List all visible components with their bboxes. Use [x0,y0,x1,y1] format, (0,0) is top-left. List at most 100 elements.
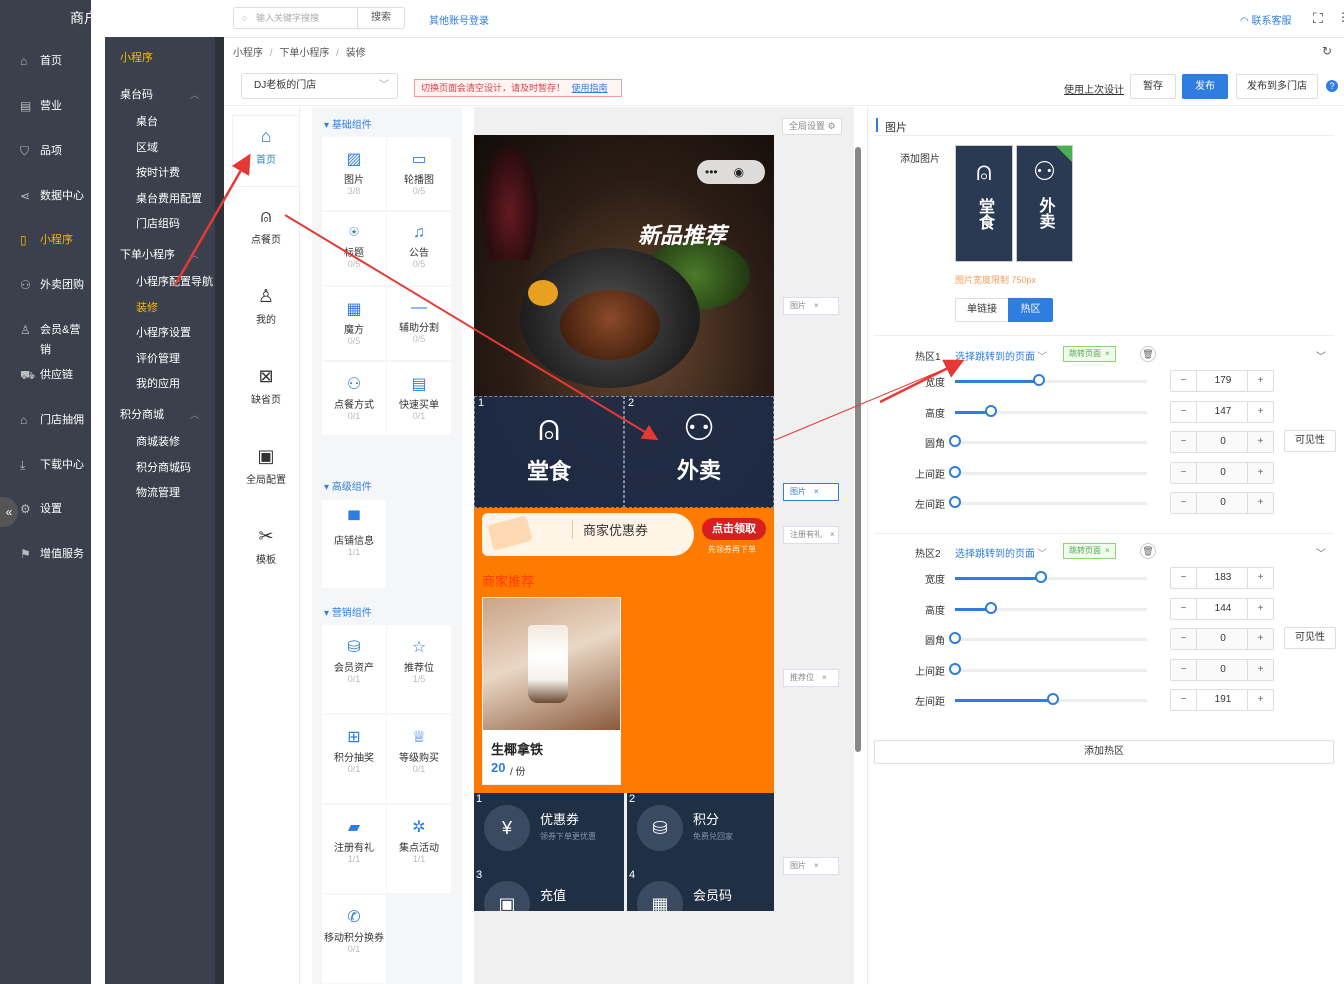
refresh-icon[interactable]: ↻ [1322,44,1332,58]
chevron-down-icon[interactable]: ﹀ [1316,348,1326,363]
jump-page-tag[interactable]: 跳转页面 × [1063,543,1116,559]
page-item-3[interactable]: ⊠ 缺省页 [233,356,299,426]
increment-button[interactable]: + [1247,462,1273,483]
number-stepper[interactable]: − 0 + [1170,658,1274,681]
sub-nav-item[interactable]: 装修 [136,301,158,315]
number-stepper[interactable]: − 0 + [1170,461,1274,484]
component-tag[interactable]: 图片 × [783,483,839,501]
sub-group-table-code[interactable]: 桌台码 [120,88,153,102]
canvas-scrollbar[interactable] [855,147,861,752]
decrement-button[interactable]: − [1171,401,1197,422]
component-title[interactable]: ⍟ 标题 0/5 [322,212,386,285]
page-item-2[interactable]: ♙ 我的 [233,276,299,346]
page-item-0[interactable]: ⌂ 首页 [233,116,299,186]
component-order-mode[interactable]: ⚇ 点餐方式 0/1 [322,362,386,435]
slider-handle[interactable] [949,465,961,478]
save-draft-button[interactable]: 暂存 [1130,74,1176,99]
component-member-asset[interactable]: ⛁ 会员资产 0/1 [322,625,386,713]
slider-handle[interactable] [949,632,961,644]
number-stepper[interactable]: − 179 + [1170,370,1274,392]
sub-nav-item[interactable]: 积分商城码 [136,461,191,475]
close-icon[interactable]: × [814,487,819,496]
component-tag[interactable]: 注册有礼 × [783,526,839,544]
nav-item-2[interactable]: ⛉ 品项 [0,141,91,161]
chevron-up-icon[interactable]: ︿ [190,248,199,261]
hot-zone-mode-button[interactable]: 热区 [1008,298,1053,322]
sub-group-order-miniapp[interactable]: 下单小程序 [120,248,175,262]
nav-item-1[interactable]: ▤ 营业 [0,96,91,116]
entry-qr[interactable]: 4 ▦ 会员码 [627,869,774,911]
sub-nav-item[interactable]: 小程序配置导航 [136,275,213,289]
delete-icon[interactable]: 🗑 [1140,543,1156,559]
component-shop[interactable]: ▀ 店铺信息 1/1 [322,500,386,588]
decrement-button[interactable]: − [1171,371,1197,391]
slider-track[interactable] [955,638,1147,641]
breadcrumb-item[interactable]: 下单小程序 [279,48,329,59]
chevron-up-icon[interactable]: ︿ [190,408,199,421]
component-divider[interactable]: — 辅助分割 0/5 [387,287,451,360]
publish-multi-store-button[interactable]: 发布到多门店 [1236,74,1318,99]
nav-item-3[interactable]: ⋖ 数据中心 [0,186,91,206]
sub-nav-item[interactable]: 区域 [136,141,158,155]
component-star[interactable]: ☆ 推荐位 1/5 [387,625,451,713]
publish-button[interactable]: 发布 [1182,74,1228,99]
slider-track[interactable] [955,668,1147,672]
global-settings-button[interactable]: 全局设置 ⚙ [782,118,842,135]
image-thumb-dine-in[interactable]: ⍝ 堂食 [955,145,1013,262]
increment-button[interactable]: + [1247,659,1273,680]
page-item-1[interactable]: ⍝ 点餐页 [233,196,299,266]
component-quick-buy[interactable]: ▤ 快速买单 0/1 [387,362,451,435]
sub-nav-item[interactable]: 物流管理 [136,486,180,500]
sub-nav-item[interactable]: 桌台 [136,115,158,129]
slider-handle[interactable] [1046,693,1059,705]
close-icon[interactable]: × [1105,546,1110,555]
increment-button[interactable]: + [1247,493,1273,513]
slider-handle[interactable] [949,662,961,675]
component-grid[interactable]: ▦ 魔方 0/5 [322,287,386,360]
nav-item-5[interactable]: ⚇ 外卖团购 [0,275,91,295]
sub-nav-item[interactable]: 小程序设置 [136,326,191,340]
component-exchange[interactable]: ✆ 移动积分换券 0/1 [322,895,386,983]
page-item-4[interactable]: ▣ 全局配置 [233,436,299,506]
entry-points[interactable]: 2 ⛁ 积分 免费兑回家 [627,793,774,869]
number-stepper[interactable]: − 144 + [1170,597,1274,620]
sub-group-points-mall[interactable]: 积分商城 [120,408,164,422]
hot-zone-dine-in[interactable]: 1 ⍝ 堂食 [474,396,624,508]
increment-button[interactable]: + [1247,690,1273,710]
advanced-components-header[interactable]: ▾ 高级组件 [324,478,372,493]
increment-button[interactable]: + [1247,629,1273,649]
page-item-5[interactable]: ✂ 模板 [233,516,299,586]
hot-zone-takeaway[interactable]: 2 ⚇ 外卖 [624,396,774,508]
slider-handle[interactable] [985,404,998,417]
close-icon[interactable]: × [814,301,819,310]
number-stepper[interactable]: − 0 + [1170,431,1274,453]
increment-button[interactable]: + [1247,371,1273,391]
entry-wallet[interactable]: 3 ▣ 充值 [474,869,624,911]
increment-button[interactable]: + [1247,432,1273,452]
component-ticket[interactable]: ▰ 注册有礼 1/1 [322,805,386,893]
breadcrumb-item[interactable]: 小程序 [233,48,263,59]
chevron-up-icon[interactable]: ︿ [190,88,199,101]
component-collect[interactable]: ✲ 集点活动 1/1 [387,805,451,893]
increment-button[interactable]: + [1247,401,1273,422]
nav-item-6[interactable]: ♙ 会员&营销 [0,320,91,356]
decrement-button[interactable]: − [1171,432,1197,452]
increment-button[interactable]: + [1247,568,1273,588]
search-button[interactable]: 搜索 [358,7,405,29]
decrement-button[interactable]: − [1171,659,1197,680]
jump-page-tag[interactable]: 跳转页面 × [1063,346,1116,362]
decrement-button[interactable]: − [1171,690,1197,710]
visibility-button[interactable]: 可见性 [1284,627,1336,649]
number-stepper[interactable]: − 183 + [1170,567,1274,589]
marketing-components-header[interactable]: ▾ 营销组件 [324,604,372,619]
store-select[interactable]: DJ老板的门店 ﹀ [241,73,398,99]
miniapp-menu-pill[interactable]: ••• ◉ [697,160,765,184]
component-gift[interactable]: ⊞ 积分抽奖 0/1 [322,715,386,803]
component-image[interactable]: ▨ 图片 3/8 [322,137,386,210]
decrement-button[interactable]: − [1171,462,1197,483]
component-tag[interactable]: 推荐位 × [783,669,839,687]
single-link-mode-button[interactable]: 单链接 [955,298,1009,322]
number-stepper[interactable]: − 147 + [1170,400,1274,423]
number-stepper[interactable]: − 0 + [1170,492,1274,514]
decrement-button[interactable]: − [1171,568,1197,588]
